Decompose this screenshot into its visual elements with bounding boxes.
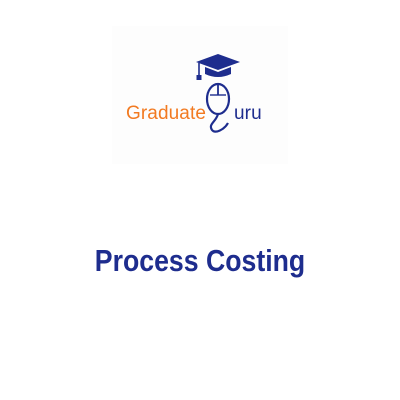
mouse-icon (205, 82, 231, 133)
page: Graduate uru Process Costing (0, 0, 400, 400)
logo-graphic (196, 54, 240, 133)
graduation-cap-icon (196, 54, 240, 80)
brand-name-graduate: Graduate (126, 103, 207, 124)
page-title: Process Costing (94, 243, 306, 278)
brand-name-uru: uru (234, 103, 262, 124)
graduate-guru-logo: Graduate uru (112, 26, 288, 164)
